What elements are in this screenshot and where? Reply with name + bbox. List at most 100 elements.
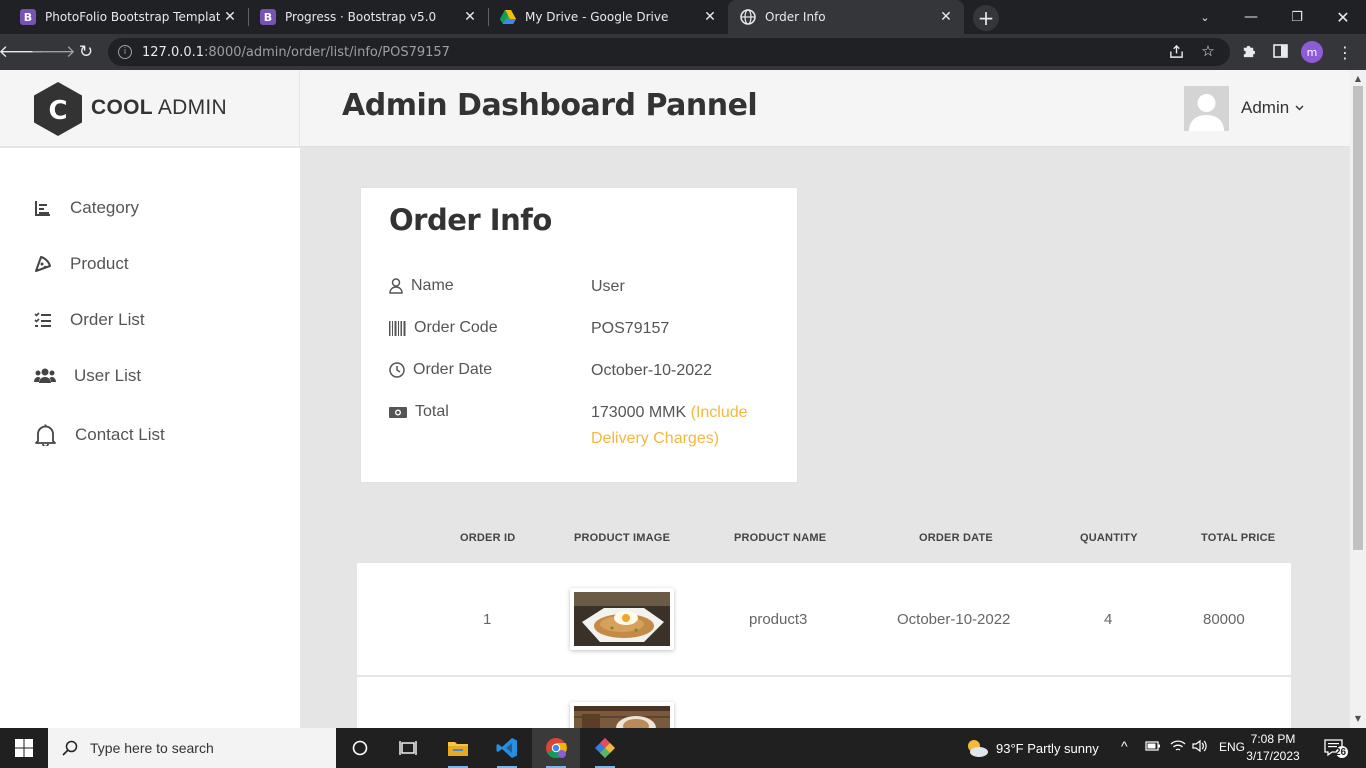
close-window-button[interactable]: ✕	[1320, 0, 1366, 34]
list-check-icon	[34, 312, 51, 327]
users-icon	[34, 368, 56, 383]
bootstrap-icon: B	[260, 9, 276, 25]
browser-tab-active[interactable]: Order Info ✕	[728, 0, 964, 34]
brand-light: ADMIN	[157, 96, 228, 119]
tab-title: PhotoFolio Bootstrap Template -	[45, 10, 220, 24]
browser-tab[interactable]: My Drive - Google Drive ✕	[488, 0, 728, 34]
column-header-total-price: Total Price	[1201, 532, 1276, 544]
close-icon[interactable]: ✕	[936, 9, 956, 25]
order-info-title: Order Info	[389, 203, 552, 237]
column-header-order-date: Order Date	[919, 532, 993, 544]
new-tab-button[interactable]: +	[973, 5, 999, 31]
info-label-text: Name	[411, 277, 454, 294]
cell-order-id: 1	[483, 611, 492, 628]
money-icon	[389, 406, 407, 418]
account-name: Admin	[1241, 98, 1290, 117]
product-image	[570, 588, 674, 650]
logo-mark: C	[48, 96, 67, 126]
page-scrollbar[interactable]: ▲ ▼	[1350, 70, 1366, 728]
info-label-text: Order Code	[414, 319, 498, 336]
restore-button[interactable]: ❐	[1274, 0, 1320, 34]
windows-taskbar: Type here to search 93°F Partly sunny ^ …	[0, 728, 1366, 768]
reload-icon[interactable]: ↻	[73, 39, 99, 65]
bookmark-star-icon[interactable]: ☆	[1196, 39, 1220, 63]
brand-name: COOL ADMIN	[91, 96, 227, 120]
taskbar-search-box[interactable]: Type here to search	[48, 728, 336, 768]
info-icon[interactable]: i	[118, 45, 132, 59]
url-host: 127.0.0.1	[142, 44, 205, 60]
fried-rice-photo	[574, 592, 670, 646]
pizza-icon	[35, 256, 51, 272]
extensions-puzzle-icon[interactable]	[1236, 39, 1260, 63]
info-label-text: Order Date	[413, 361, 493, 378]
windows-start-button[interactable]	[0, 728, 48, 768]
vscode-icon[interactable]	[483, 728, 531, 768]
address-bar[interactable]: i 127.0.0.1:8000/admin/order/list/info/P…	[108, 38, 1230, 66]
sidebar-item-label: Category	[70, 198, 139, 217]
sidebar: Category Product Order List User List Co…	[0, 148, 300, 728]
sidebar-item-category[interactable]: Category	[34, 194, 139, 222]
scroll-up-arrow-icon[interactable]: ▲	[1350, 72, 1366, 86]
profile-avatar[interactable]: m	[1301, 41, 1323, 63]
account-menu[interactable]: Admin	[1241, 98, 1304, 118]
product-image	[570, 702, 674, 728]
battery-icon[interactable]	[1145, 739, 1161, 756]
close-icon[interactable]: ✕	[220, 9, 240, 25]
chevron-down-icon	[1295, 103, 1304, 114]
scroll-down-arrow-icon[interactable]: ▼	[1350, 712, 1366, 726]
info-label: Name	[389, 274, 454, 298]
info-label-text: Total	[415, 403, 449, 420]
avatar[interactable]	[1184, 86, 1229, 131]
barcode-icon	[389, 320, 406, 336]
tray-chevron-up-icon[interactable]: ^	[1121, 738, 1128, 754]
volume-icon[interactable]	[1192, 739, 1208, 756]
menu-kebab-icon[interactable]: ⋮	[1333, 39, 1357, 65]
windows-logo-icon	[15, 739, 33, 757]
sidebar-item-order-list[interactable]: Order List	[34, 306, 145, 334]
user-icon	[389, 278, 403, 294]
wifi-icon[interactable]	[1170, 739, 1186, 756]
tab-title: Order Info	[765, 10, 826, 24]
forward-arrow-icon[interactable]: 🡒	[30, 39, 76, 65]
url-path: :8000/admin/order/list/info/POS79157	[204, 44, 450, 60]
clock-icon	[389, 362, 405, 378]
total-amount: 173000 MMK	[591, 404, 687, 421]
order-info-card: Order Info Name User Order Code POS79157…	[360, 187, 798, 483]
search-placeholder: Type here to search	[90, 740, 214, 756]
search-icon	[62, 740, 78, 756]
column-header-order-id: Order ID	[460, 532, 516, 544]
page-header: Admin Dashboard Pannel Admin	[300, 70, 1350, 147]
google-drive-icon	[500, 9, 516, 25]
coffee-photo	[574, 706, 670, 728]
weather-icon[interactable]	[953, 728, 1001, 768]
sidebar-item-label: Order List	[70, 310, 145, 329]
brand-bold: COOL	[91, 96, 153, 119]
close-icon[interactable]: ✕	[460, 9, 480, 25]
chrome-icon[interactable]	[532, 728, 580, 768]
sidebar-item-product[interactable]: Product	[34, 250, 129, 278]
info-label: Order Code	[389, 316, 498, 340]
side-panel-icon[interactable]	[1268, 39, 1292, 63]
share-icon[interactable]	[1164, 39, 1188, 63]
taskbar-clock[interactable]: 7:08 PM 3/17/2023	[1236, 731, 1310, 765]
close-icon[interactable]: ✕	[700, 9, 720, 25]
tab-search-icon[interactable]: ⌄	[1182, 0, 1228, 34]
browser-tab[interactable]: B Progress · Bootstrap v5.0 ✕	[248, 0, 488, 34]
weather-text[interactable]: 93°F Partly sunny	[996, 741, 1099, 756]
tab-title: My Drive - Google Drive	[525, 10, 669, 24]
scrollbar-thumb[interactable]	[1353, 86, 1363, 550]
task-view-icon[interactable]	[384, 728, 432, 768]
cortana-icon[interactable]	[336, 728, 384, 768]
minimize-button[interactable]: —	[1228, 0, 1274, 34]
sidebar-item-contact-list[interactable]: Contact List	[34, 421, 165, 449]
logo-area[interactable]: C COOL ADMIN	[0, 70, 300, 147]
sidebar-item-label: Contact List	[75, 425, 165, 444]
sidebar-item-label: Product	[70, 254, 129, 273]
globe-icon	[740, 9, 756, 25]
sidebar-item-label: User List	[74, 366, 142, 385]
page-viewport: C COOL ADMIN Category Product Order List…	[0, 70, 1350, 728]
browser-tab[interactable]: B PhotoFolio Bootstrap Template - ✕	[8, 0, 248, 34]
git-app-icon[interactable]	[581, 728, 629, 768]
file-explorer-icon[interactable]	[434, 728, 482, 768]
sidebar-item-user-list[interactable]: User List	[34, 362, 141, 390]
